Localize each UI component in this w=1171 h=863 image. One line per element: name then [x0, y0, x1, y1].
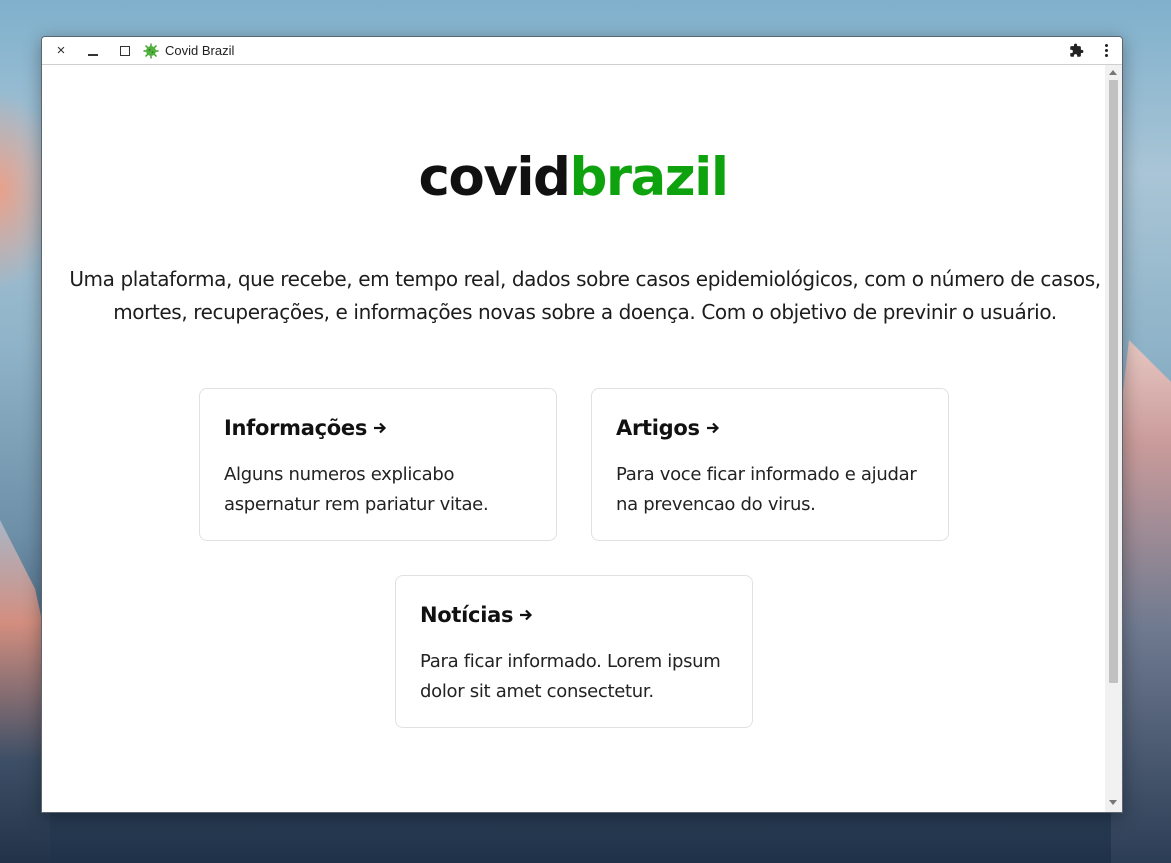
vertical-scrollbar[interactable] — [1105, 65, 1122, 812]
minimize-icon — [88, 53, 98, 56]
page-viewport: covidbrazil Uma plataforma, que recebe, … — [42, 65, 1104, 812]
card-informacoes[interactable]: Informações Alguns numeros explicabo asp… — [199, 388, 557, 541]
virus-favicon-icon — [143, 43, 159, 58]
scroll-down-arrow-icon[interactable] — [1109, 800, 1117, 805]
card-noticias[interactable]: Notícias Para ficar informado. Lorem ips… — [395, 575, 753, 728]
extensions-button[interactable] — [1062, 37, 1090, 64]
browser-window: × Covid Brazil covidbrazil Uma plataform… — [41, 36, 1123, 813]
card-title: Artigos — [616, 416, 720, 440]
more-vert-icon[interactable] — [1090, 37, 1122, 64]
scroll-up-arrow-icon[interactable] — [1109, 70, 1117, 75]
close-icon: × — [56, 42, 66, 59]
card-artigos[interactable]: Artigos Para voce ficar informado e ajud… — [591, 388, 949, 541]
card-description: Para voce ficar informado e ajudar na pr… — [616, 464, 917, 515]
tagline: Uma plataforma, que recebe, em tempo rea… — [69, 267, 1101, 324]
minimize-button[interactable] — [77, 37, 109, 64]
arrow-right-icon — [519, 608, 533, 622]
scrollbar-thumb[interactable] — [1109, 80, 1118, 683]
close-button[interactable]: × — [45, 37, 77, 64]
card-title-text: Notícias — [420, 603, 514, 627]
card-description: Alguns numeros explicabo aspernatur rem … — [224, 464, 489, 515]
card-title: Informações — [224, 416, 387, 440]
arrow-right-icon — [706, 421, 720, 435]
arrow-right-icon — [373, 421, 387, 435]
card-title-text: Informações — [224, 416, 368, 440]
tab-title: Covid Brazil — [165, 43, 235, 58]
brand-logo[interactable]: covidbrazil — [42, 151, 1104, 204]
brand-word-covid: covid — [418, 147, 570, 208]
card-description: Para ficar informado. Lorem ipsum dolor … — [420, 651, 721, 702]
extensions-puzzle-icon — [1069, 43, 1083, 57]
title-bar: × Covid Brazil — [42, 37, 1122, 65]
brand-word-brazil: brazil — [569, 147, 729, 208]
maximize-icon — [120, 45, 130, 56]
card-title-text: Artigos — [616, 416, 700, 440]
maximize-button[interactable] — [109, 37, 141, 64]
card-title: Notícias — [420, 603, 533, 627]
